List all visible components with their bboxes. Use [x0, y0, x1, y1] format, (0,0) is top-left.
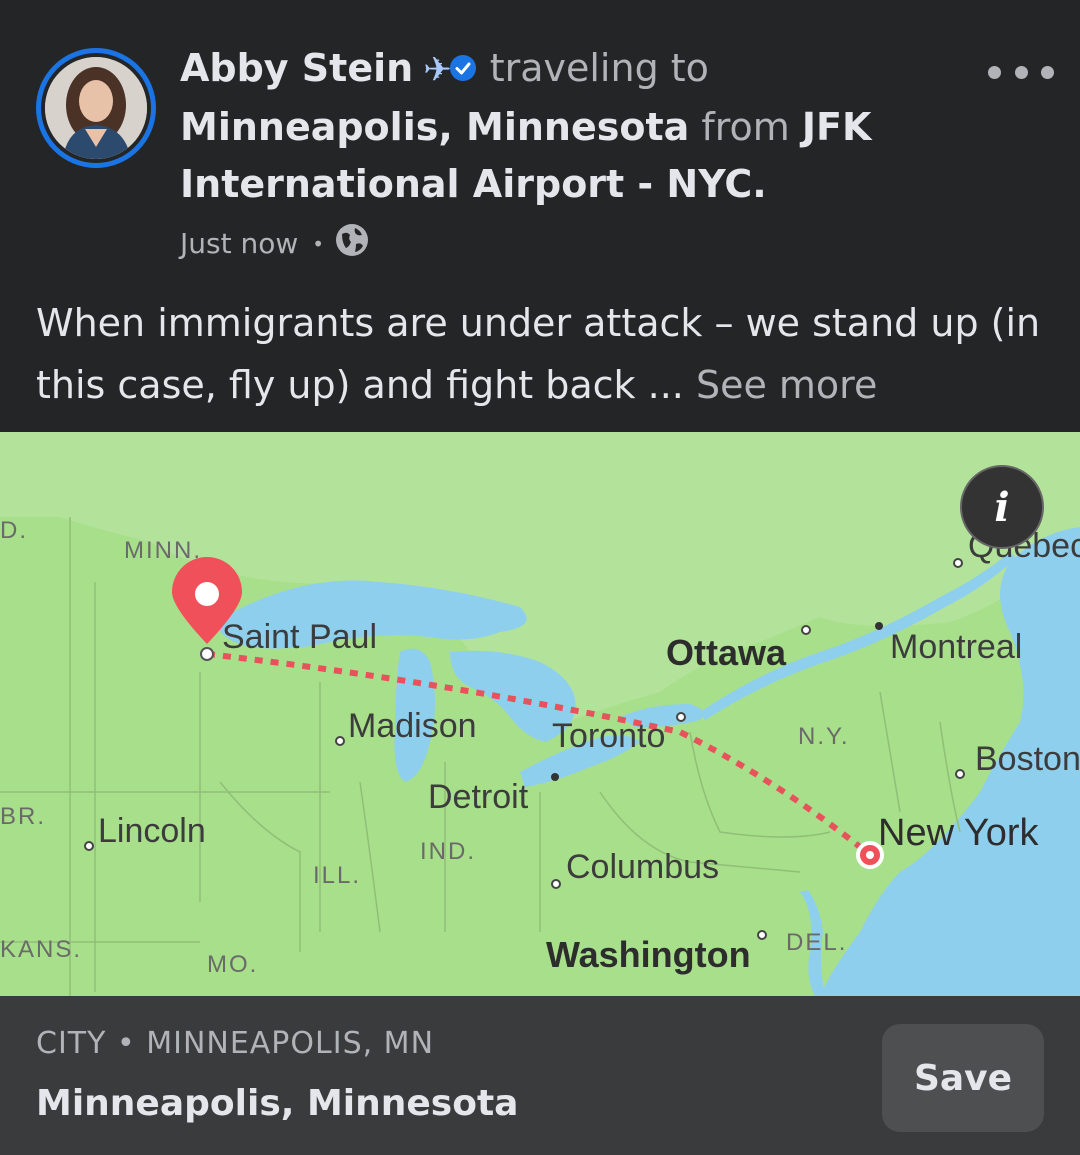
map-label-nebr: BR. — [0, 803, 46, 830]
map-label-new-york: New York — [878, 812, 1040, 854]
map-label-ny-state: N.Y. — [798, 723, 850, 750]
status-verb: traveling to — [489, 46, 709, 90]
dot-icon — [1014, 65, 1028, 79]
map-info-button[interactable]: i — [960, 465, 1044, 549]
save-button[interactable]: Save — [882, 1024, 1044, 1132]
map-label-toronto: Toronto — [552, 717, 665, 755]
map-label-saint-paul: Saint Paul — [222, 618, 377, 656]
globe-icon — [334, 222, 370, 265]
dot-icon — [988, 65, 1001, 79]
post-headline: Abby Stein ✈ traveling to Minneapolis, Min… — [180, 40, 900, 213]
map-label-madison: Madison — [348, 707, 477, 745]
author-name[interactable]: Abby Stein — [180, 46, 413, 90]
map-label-kans: KANS. — [0, 936, 82, 963]
route-map[interactable]: Saint Paul Madison Toronto Detroit Linco… — [0, 432, 1080, 996]
map-label-mo: MO. — [207, 951, 258, 978]
map-label-washington: Washington — [546, 934, 751, 975]
map-label-nd: D. — [0, 517, 28, 544]
avatar-photo — [45, 57, 147, 159]
map-label-detroit: Detroit — [428, 778, 529, 816]
origin-marker-icon — [856, 841, 884, 869]
dot-icon — [1041, 65, 1054, 79]
post-body-text: When immigrants are under attack – we st… — [36, 301, 1041, 407]
map-label-montreal: Montreal — [890, 628, 1022, 666]
map-label-minn: MINN. — [124, 537, 202, 564]
post-body: When immigrants are under attack – we st… — [36, 292, 1046, 416]
map-label-del: DEL. — [786, 929, 847, 956]
info-icon: i — [994, 483, 1010, 531]
more-options-button[interactable] — [988, 56, 1054, 88]
post-meta: Just now • — [180, 222, 370, 265]
place-category: CITY • MINNEAPOLIS, MN — [36, 1026, 435, 1061]
map-label-lincoln: Lincoln — [98, 812, 206, 850]
separator-dot: • — [312, 231, 325, 256]
from-word: from — [701, 105, 790, 149]
avatar[interactable] — [36, 48, 156, 168]
map-label-columbus: Columbus — [566, 848, 719, 886]
place-name: Minneapolis, Minnesota — [36, 1083, 519, 1124]
see-more-link[interactable]: See more — [696, 363, 877, 407]
destination-link[interactable]: Minneapolis, Minnesota — [180, 105, 689, 149]
map-label-boston: Boston — [975, 740, 1080, 778]
verified-badge-icon — [448, 42, 478, 99]
map-label-ill: ILL. — [313, 862, 361, 889]
timestamp[interactable]: Just now — [180, 227, 298, 260]
map-label-ottawa: Ottawa — [666, 632, 787, 673]
map-label-ind: IND. — [420, 838, 476, 865]
